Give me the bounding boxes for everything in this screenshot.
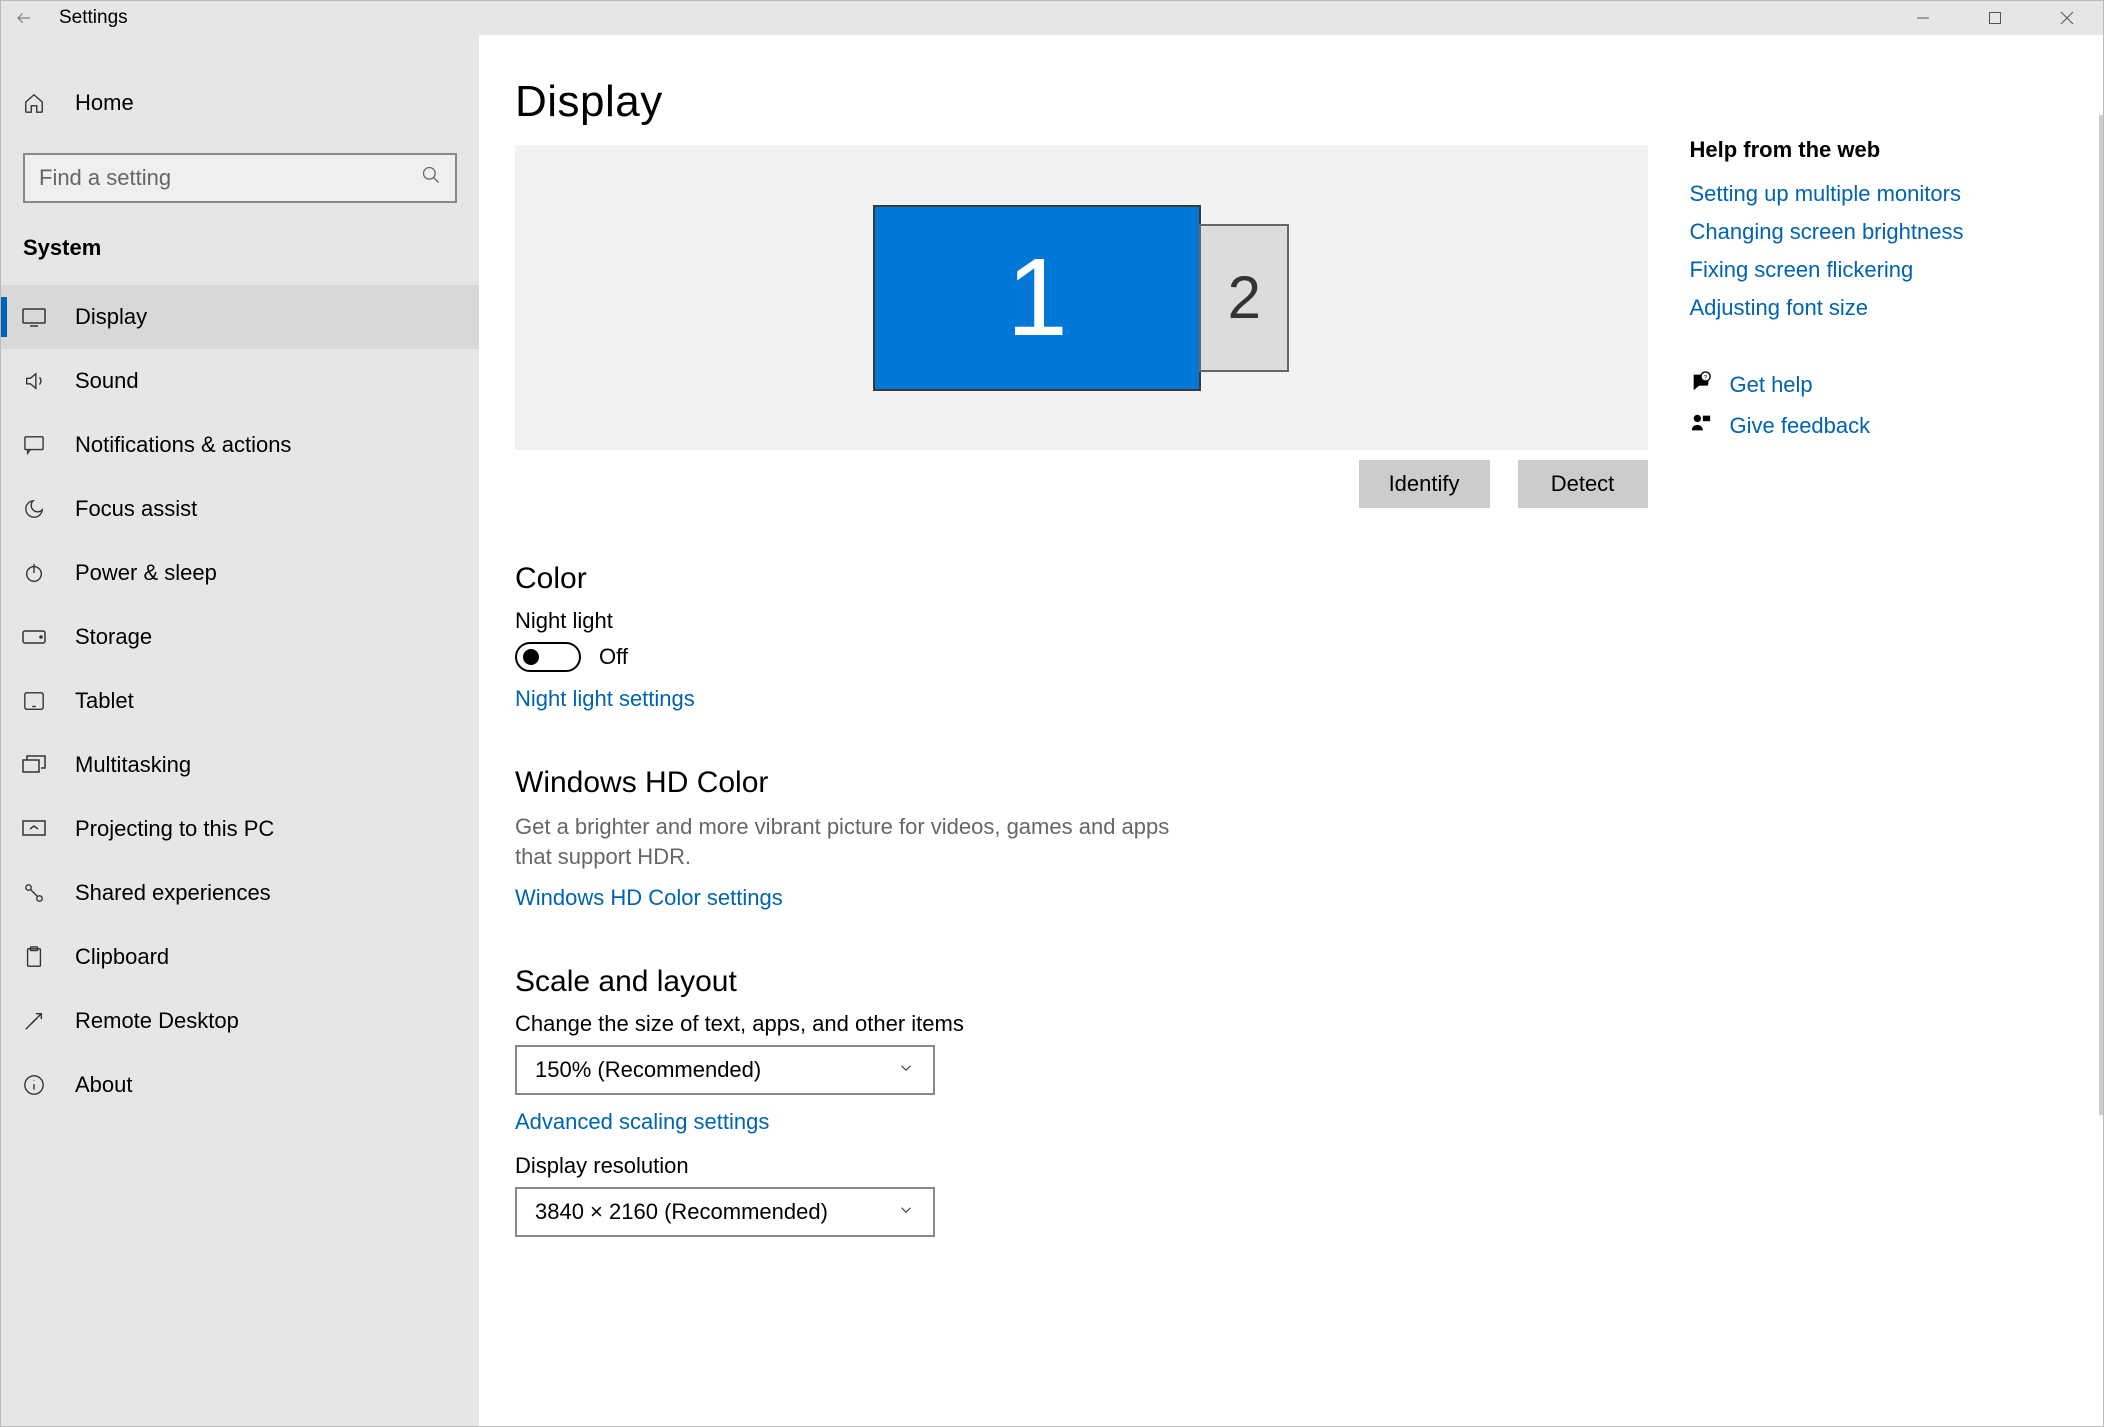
minimize-button[interactable] [1887,1,1959,35]
help-link[interactable]: Changing screen brightness [1690,219,2068,245]
sidebar-item-notifications[interactable]: Notifications & actions [1,413,479,477]
sound-icon [21,370,47,392]
window-controls [1887,1,2103,35]
sidebar-item-power[interactable]: Power & sleep [1,541,479,605]
sidebar-item-storage[interactable]: Storage [1,605,479,669]
sidebar-item-label: Power & sleep [75,560,217,586]
titlebar: Settings [1,1,2103,35]
get-help-icon: ? [1690,371,1712,398]
sidebar-item-display[interactable]: Display [1,285,479,349]
night-light-toggle[interactable] [515,642,581,672]
sidebar-item-projecting[interactable]: Projecting to this PC [1,797,479,861]
sidebar-item-sound[interactable]: Sound [1,349,479,413]
search-icon [421,165,441,191]
detect-button[interactable]: Detect [1518,460,1648,508]
chevron-down-icon [897,1199,915,1225]
scale-dropdown-value: 150% (Recommended) [535,1057,761,1083]
sidebar-section-title: System [1,209,479,285]
scale-dropdown[interactable]: 150% (Recommended) [515,1045,935,1095]
hdcolor-heading: Windows HD Color [515,766,1648,800]
scrollbar[interactable] [2099,115,2103,1115]
tablet-icon [21,691,47,711]
sidebar-item-focus-assist[interactable]: Focus assist [1,477,479,541]
help-link[interactable]: Adjusting font size [1690,295,2068,321]
help-title: Help from the web [1690,137,2068,163]
advanced-scaling-link[interactable]: Advanced scaling settings [515,1109,1648,1135]
help-link[interactable]: Fixing screen flickering [1690,257,2068,283]
hdcolor-description: Get a brighter and more vibrant picture … [515,812,1195,871]
sidebar-item-label: Multitasking [75,752,191,778]
sidebar-item-tablet[interactable]: Tablet [1,669,479,733]
sidebar-item-label: Notifications & actions [75,432,291,458]
display-arrangement[interactable]: 1 2 [515,145,1648,450]
sidebar-item-about[interactable]: About [1,1053,479,1117]
storage-icon [21,630,47,644]
sidebar-home[interactable]: Home [1,67,479,139]
home-icon [21,92,47,114]
search-input[interactable]: Find a setting [23,153,457,203]
notifications-icon [21,435,47,455]
resolution-label: Display resolution [515,1153,1648,1179]
page-title: Display [515,77,1648,127]
sidebar-item-multitasking[interactable]: Multitasking [1,733,479,797]
sidebar-item-remote-desktop[interactable]: Remote Desktop [1,989,479,1053]
clipboard-icon [21,946,47,968]
content-area: Display 1 2 Identify Detect Color Night … [479,35,2103,1426]
sidebar-item-label: Tablet [75,688,134,714]
sidebar-item-label: Sound [75,368,139,394]
remote-desktop-icon [21,1010,47,1032]
monitor-2[interactable]: 2 [1199,224,1289,372]
maximize-button[interactable] [1959,1,2031,35]
sidebar-item-label: Focus assist [75,496,197,522]
svg-text:?: ? [1703,374,1707,381]
projecting-icon [21,819,47,839]
sidebar-item-label: Clipboard [75,944,169,970]
search-placeholder: Find a setting [39,165,171,191]
scale-heading: Scale and layout [515,965,1648,999]
power-icon [21,562,47,584]
identify-button[interactable]: Identify [1359,460,1490,508]
main: Home Find a setting System Display Sound… [1,35,2103,1426]
sidebar: Home Find a setting System Display Sound… [1,35,479,1426]
night-light-state: Off [599,644,628,670]
focus-assist-icon [21,498,47,520]
sidebar-home-label: Home [75,90,134,116]
sidebar-item-label: Storage [75,624,152,650]
help-pane: Help from the web Setting up multiple mo… [1690,77,2068,1426]
give-feedback-link[interactable]: Give feedback [1730,413,1871,439]
back-button[interactable] [1,1,47,35]
sidebar-item-label: About [75,1072,133,1098]
window-title: Settings [59,7,128,29]
scale-label: Change the size of text, apps, and other… [515,1011,1648,1037]
about-icon [21,1074,47,1096]
help-link[interactable]: Setting up multiple monitors [1690,181,2068,207]
night-light-settings-link[interactable]: Night light settings [515,686,1648,712]
color-heading: Color [515,562,1648,596]
sidebar-item-clipboard[interactable]: Clipboard [1,925,479,989]
sidebar-item-label: Shared experiences [75,880,271,906]
hdcolor-settings-link[interactable]: Windows HD Color settings [515,885,1648,911]
sidebar-item-shared[interactable]: Shared experiences [1,861,479,925]
display-icon [21,307,47,327]
feedback-icon [1690,412,1712,439]
sidebar-item-label: Projecting to this PC [75,816,274,842]
monitor-1[interactable]: 1 [873,205,1201,391]
multitasking-icon [21,755,47,775]
settings-window: Settings Home Find a setting System Disp… [0,0,2104,1427]
get-help-link[interactable]: Get help [1730,372,1813,398]
shared-icon [21,882,47,904]
chevron-down-icon [897,1057,915,1083]
close-button[interactable] [2031,1,2103,35]
sidebar-item-label: Display [75,304,147,330]
resolution-dropdown-value: 3840 × 2160 (Recommended) [535,1199,828,1225]
night-light-label: Night light [515,608,1648,634]
resolution-dropdown[interactable]: 3840 × 2160 (Recommended) [515,1187,935,1237]
sidebar-item-label: Remote Desktop [75,1008,239,1034]
